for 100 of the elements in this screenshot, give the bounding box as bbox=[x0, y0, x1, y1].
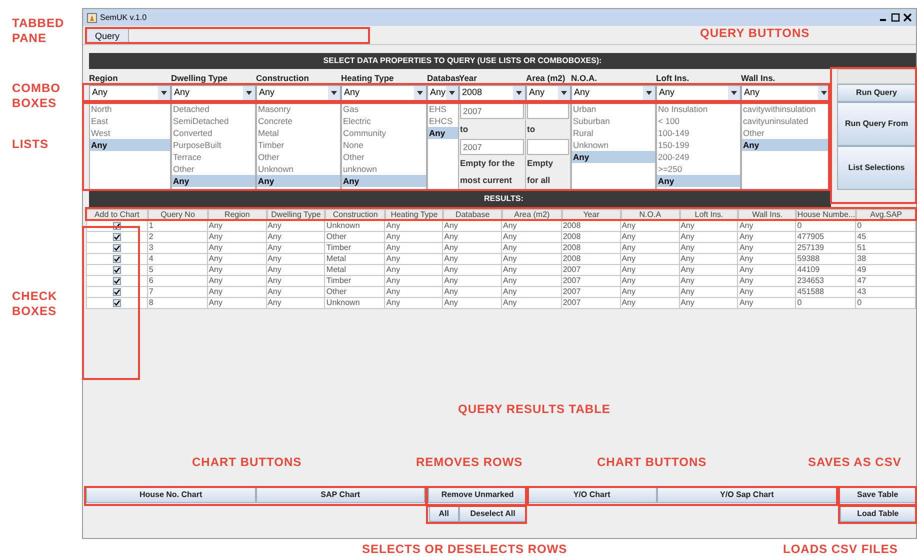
table-cell: Unknown bbox=[325, 298, 386, 309]
input-field[interactable]: 2007 bbox=[460, 103, 524, 119]
list-item[interactable]: < 100 bbox=[657, 115, 740, 127]
combo-box[interactable]: Any bbox=[171, 85, 256, 101]
combo-box[interactable]: Any bbox=[741, 85, 831, 101]
list-item[interactable]: unknown bbox=[342, 163, 426, 175]
table-cell: 2007 bbox=[562, 298, 621, 309]
list-item[interactable]: Other bbox=[342, 151, 426, 163]
list-item[interactable]: Gas bbox=[342, 103, 426, 115]
list-box[interactable]: EHS EHCS Any bbox=[427, 102, 459, 191]
list-item[interactable]: Timber bbox=[257, 139, 340, 151]
maximize-icon[interactable] bbox=[891, 13, 900, 22]
close-icon[interactable] bbox=[903, 13, 912, 22]
list-box[interactable]: No Insulation < 100 100-149 150-199 200-249 >=250 Any bbox=[656, 102, 741, 191]
range-label: to bbox=[527, 123, 536, 136]
combo-box[interactable]: 2008 bbox=[459, 85, 526, 101]
list-item[interactable]: Detached bbox=[172, 103, 255, 115]
app-icon bbox=[87, 12, 97, 22]
list-item[interactable]: Unknown bbox=[257, 163, 340, 175]
combo-box[interactable]: Any bbox=[427, 85, 459, 101]
list-item[interactable]: EHS bbox=[428, 103, 458, 115]
column-label: Heating Type bbox=[341, 72, 394, 82]
list-item[interactable]: Suburban bbox=[572, 115, 655, 127]
list-item[interactable]: Metal bbox=[257, 127, 340, 139]
checkbox[interactable] bbox=[112, 233, 121, 241]
column-label: Construction bbox=[256, 72, 309, 82]
list-item[interactable]: Unknown bbox=[572, 139, 655, 151]
list-item[interactable]: Any bbox=[342, 175, 426, 187]
list-item[interactable]: Any bbox=[257, 175, 340, 187]
list-item[interactable]: Any bbox=[572, 151, 655, 163]
list-item[interactable]: No Insulation bbox=[657, 103, 740, 115]
list-item[interactable]: Any bbox=[172, 175, 255, 187]
list-item[interactable]: Urban bbox=[572, 103, 655, 115]
checkbox[interactable] bbox=[112, 299, 121, 307]
list-box[interactable]: Detached SemiDetached Converted PurposeBuilt Terrace Other Any bbox=[171, 102, 256, 191]
list-item[interactable]: Other bbox=[172, 163, 255, 175]
list-box[interactable]: Masonry Concrete Metal Timber Other Unknown Any bbox=[256, 102, 341, 191]
combo-box[interactable]: Any bbox=[656, 85, 741, 101]
list-item[interactable]: Other bbox=[742, 127, 830, 139]
hint-text: Empty for the bbox=[460, 157, 516, 170]
annotation-label: CHECK BOXES bbox=[12, 289, 58, 319]
checkbox[interactable] bbox=[112, 288, 121, 296]
list-item[interactable]: Other bbox=[257, 151, 340, 163]
input-field[interactable]: 2007 bbox=[460, 139, 524, 155]
list-item[interactable]: Converted bbox=[172, 127, 255, 139]
list-box[interactable]: Gas Electric Community None Other unknown Any bbox=[341, 102, 427, 191]
list-item[interactable]: cavityuninsulated bbox=[742, 115, 830, 127]
action-button[interactable]: Deselect All bbox=[458, 506, 527, 522]
action-button[interactable]: Load Table bbox=[840, 506, 916, 522]
column-label: Dwelling Type bbox=[171, 72, 228, 82]
query-button[interactable]: List Selections bbox=[837, 146, 916, 190]
table-cell: Any bbox=[738, 298, 796, 309]
query-button[interactable]: Run Query From bbox=[837, 102, 916, 146]
list-item[interactable]: East bbox=[90, 115, 170, 127]
list-item[interactable]: EHCS bbox=[428, 115, 458, 127]
list-item[interactable]: None bbox=[342, 139, 426, 151]
list-item[interactable]: SemiDetached bbox=[172, 115, 255, 127]
input-field[interactable] bbox=[527, 103, 569, 119]
list-item[interactable]: 150-199 bbox=[657, 139, 740, 151]
list-item[interactable]: Any bbox=[657, 175, 740, 187]
list-box[interactable]: North East West Any bbox=[89, 102, 171, 191]
checkbox[interactable] bbox=[112, 244, 121, 252]
list-item[interactable]: cavitywithinsulation bbox=[742, 103, 830, 115]
column-label: N.O.A. bbox=[571, 72, 597, 82]
list-item[interactable]: 100-149 bbox=[657, 127, 740, 139]
list-item[interactable]: Any bbox=[742, 139, 830, 151]
combo-box[interactable]: Any bbox=[89, 85, 171, 101]
annotation-label: LOADS CSV FILES bbox=[783, 542, 899, 557]
checkbox[interactable] bbox=[112, 277, 121, 285]
combo-box[interactable]: Any bbox=[571, 85, 656, 101]
list-item[interactable]: Concrete bbox=[257, 115, 340, 127]
list-item[interactable]: Any bbox=[90, 139, 170, 151]
list-item[interactable]: Masonry bbox=[257, 103, 340, 115]
combo-box[interactable]: Any bbox=[256, 85, 341, 101]
table-cell: Any bbox=[502, 298, 562, 309]
input-field[interactable] bbox=[527, 139, 569, 155]
list-item[interactable]: Electric bbox=[342, 115, 426, 127]
range-label: to bbox=[460, 123, 470, 136]
action-button[interactable]: All bbox=[429, 506, 459, 522]
hint-text: Empty bbox=[527, 157, 554, 170]
list-item[interactable]: West bbox=[90, 127, 170, 139]
annotation-label: CHART BUTTONS bbox=[597, 455, 708, 470]
list-item[interactable]: Any bbox=[428, 127, 458, 139]
column-label: Region bbox=[89, 72, 118, 82]
list-item[interactable]: North bbox=[90, 103, 170, 115]
list-item[interactable]: >=250 bbox=[657, 163, 740, 175]
list-item[interactable]: PurposeBuilt bbox=[172, 139, 255, 151]
list-item[interactable]: 200-249 bbox=[657, 151, 740, 163]
list-item[interactable]: Rural bbox=[572, 127, 655, 139]
column-label: Year bbox=[459, 72, 477, 82]
query-button[interactable]: Run Query bbox=[837, 84, 916, 102]
list-item[interactable]: Terrace bbox=[172, 151, 255, 163]
checkbox[interactable] bbox=[112, 266, 121, 274]
combo-box[interactable]: Any bbox=[341, 85, 427, 101]
column-label: Wall Ins. bbox=[741, 72, 776, 82]
list-box[interactable]: cavitywithinsulation cavityuninsulated Other Any bbox=[741, 102, 831, 191]
combo-box[interactable]: Any bbox=[526, 85, 571, 101]
list-box[interactable]: Urban Suburban Rural Unknown Any bbox=[571, 102, 656, 191]
list-item[interactable]: Community bbox=[342, 127, 426, 139]
checkbox[interactable] bbox=[112, 255, 121, 263]
